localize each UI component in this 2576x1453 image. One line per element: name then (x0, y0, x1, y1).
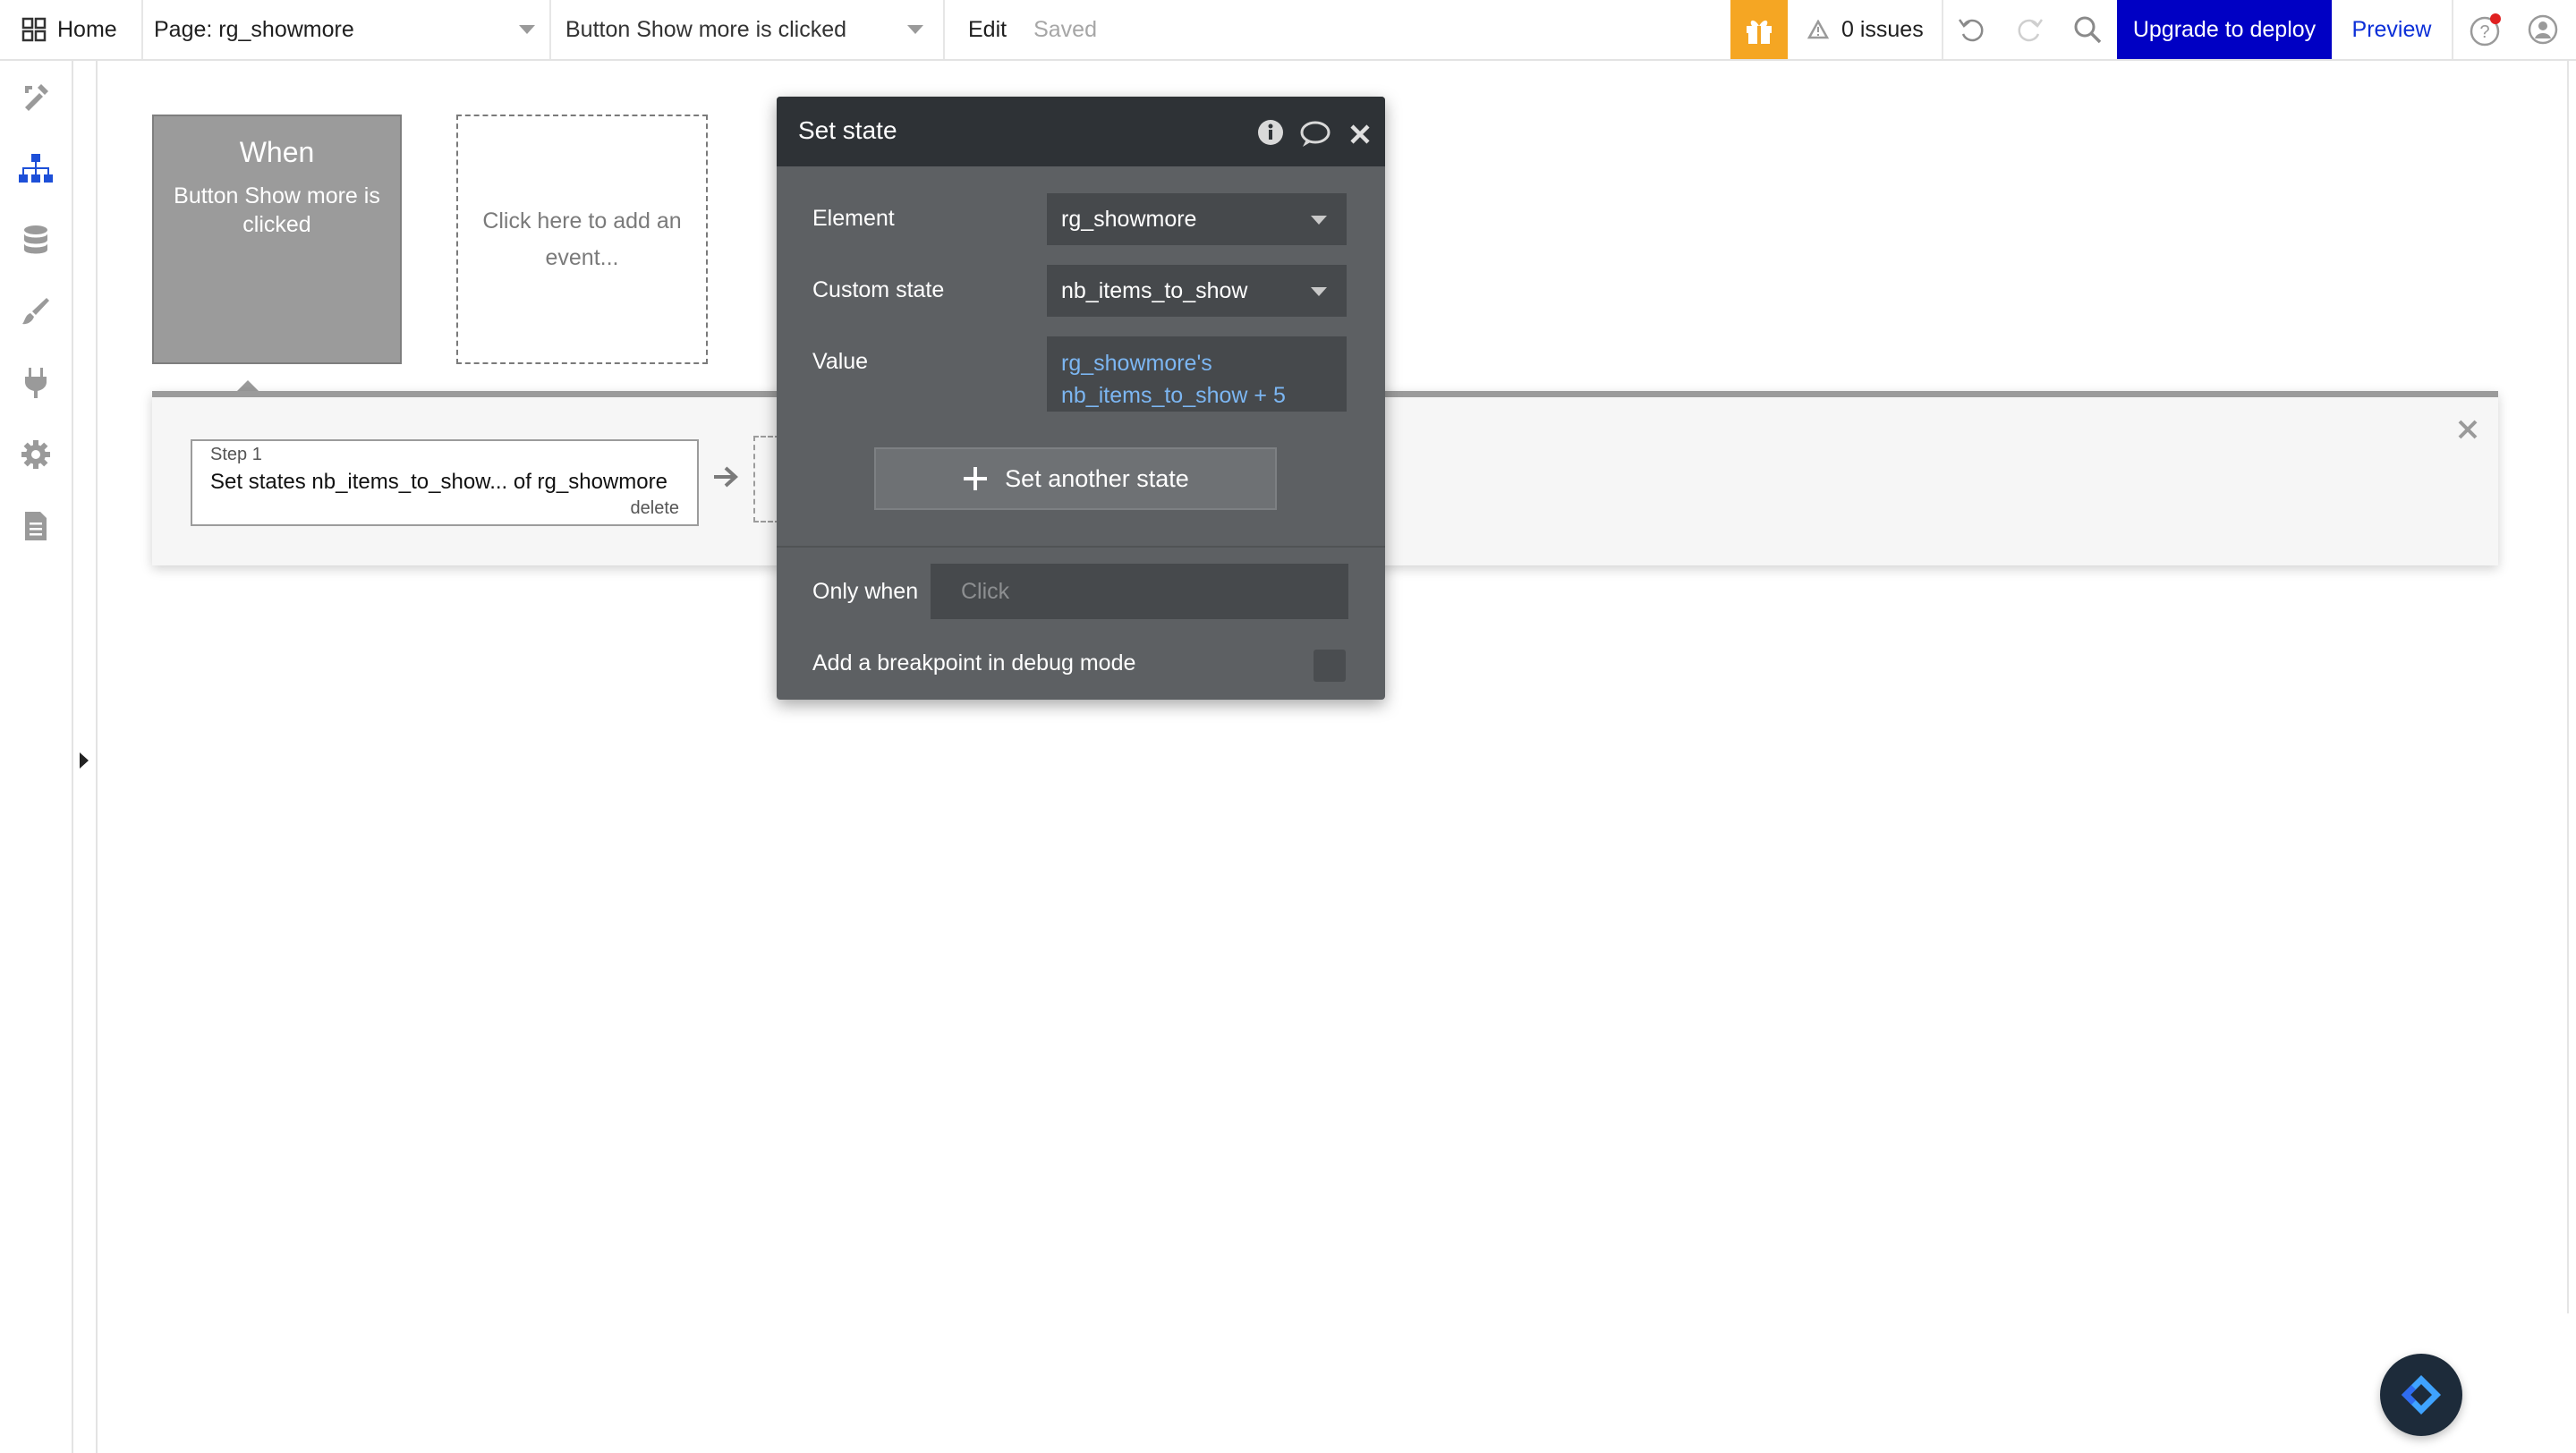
redo-icon (2018, 19, 2044, 42)
database-icon (24, 225, 47, 254)
styles-tab[interactable] (16, 292, 55, 331)
user-icon (2528, 14, 2558, 45)
help-icon: ? (2470, 13, 2501, 47)
assistant-launcher-button[interactable] (2380, 1354, 2462, 1436)
issues-indicator[interactable]: 0 issues (1788, 0, 1943, 59)
chevron-down-icon (907, 25, 923, 34)
set-state-dialog: Set state Element rg_showmore Custom sta… (777, 97, 1385, 700)
account-button[interactable] (2516, 0, 2570, 59)
breakpoint-checkbox[interactable] (1314, 650, 1346, 682)
preview-label: Preview (2351, 16, 2432, 42)
vertical-scrollbar[interactable] (2567, 61, 2569, 1313)
search-button[interactable] (2058, 0, 2117, 59)
dialog-header: Set state (777, 97, 1385, 166)
close-panel-icon[interactable] (2457, 419, 2478, 440)
issues-label: 0 issues (1841, 16, 1924, 42)
custom-state-dropdown-value: nb_items_to_show (1061, 277, 1248, 303)
home-label: Home (57, 16, 117, 42)
gift-icon (1747, 20, 1772, 44)
workflow-tab[interactable] (16, 149, 55, 188)
comment-icon[interactable] (1299, 120, 1331, 149)
settings-tab[interactable] (16, 435, 55, 474)
element-label: Element (812, 206, 895, 231)
help-button[interactable]: ? (2453, 0, 2516, 59)
set-another-state-button[interactable]: Set another state (874, 447, 1277, 510)
redo-button[interactable] (2001, 0, 2058, 59)
design-tab[interactable] (16, 77, 55, 116)
design-tools-icon (25, 84, 48, 111)
chevron-down-icon (519, 25, 535, 34)
breakpoint-label: Add a breakpoint in debug mode (812, 650, 1136, 676)
svg-text:?: ? (2479, 22, 2489, 42)
diamond-logo-icon (2402, 1375, 2441, 1415)
custom-state-label: Custom state (812, 277, 945, 302)
warning-icon (1807, 20, 1829, 39)
data-tab[interactable] (16, 220, 55, 259)
workflow-hierarchy-icon (19, 154, 53, 183)
upgrade-label: Upgrade to deploy (2132, 16, 2317, 42)
logs-document-icon (25, 512, 47, 540)
only-when-label: Only when (812, 579, 919, 604)
step-number-label: Step 1 (210, 445, 262, 464)
event-card-title: When (239, 136, 315, 168)
brush-icon (22, 298, 49, 325)
logs-tab[interactable] (16, 506, 55, 546)
gift-button[interactable] (1730, 0, 1788, 59)
value-expression-line2[interactable]: nb_items_to_show + 5 (1061, 379, 1332, 412)
undo-icon (1958, 19, 1984, 42)
add-event-placeholder[interactable]: Click here to add an event... (456, 115, 708, 364)
saved-status: Saved (1033, 16, 1097, 42)
event-card-subtitle: Button Show more is clicked (174, 183, 380, 237)
home-nav[interactable]: Home (0, 0, 143, 59)
value-expression-line1[interactable]: rg_showmore's (1061, 347, 1332, 379)
plugins-tab[interactable] (16, 363, 55, 403)
apps-grid-icon (21, 17, 47, 42)
element-dropdown[interactable]: rg_showmore (1047, 193, 1347, 245)
page-selector-label: Page: rg_showmore (154, 16, 354, 42)
edit-status: Edit Saved (945, 0, 1106, 59)
expand-panel-arrow-icon[interactable] (80, 752, 89, 769)
search-icon (2074, 16, 2102, 44)
left-sidebar (0, 61, 73, 1453)
undo-button[interactable] (1943, 0, 2001, 59)
event-selector[interactable]: Button Show more is clicked (551, 0, 945, 59)
value-label: Value (812, 349, 869, 374)
step-description: Set states nb_items_to_show... of rg_sho… (210, 470, 667, 494)
preview-button[interactable]: Preview (2332, 0, 2453, 59)
only-when-condition-input[interactable]: Click (931, 564, 1348, 619)
only-when-placeholder: Click (961, 578, 1010, 604)
settings-gear-icon (21, 440, 50, 469)
property-panel-divider (96, 61, 98, 1453)
info-icon[interactable] (1256, 118, 1285, 147)
workflow-step-card[interactable]: Step 1 Set states nb_items_to_show... of… (191, 439, 699, 526)
page-selector[interactable]: Page: rg_showmore (143, 0, 551, 59)
close-icon[interactable] (1349, 123, 1371, 145)
value-expression-editor[interactable]: rg_showmore's nb_items_to_show + 5 (1047, 336, 1347, 412)
arrow-right-icon (714, 466, 738, 488)
step-delete-link[interactable]: delete (631, 498, 680, 519)
plus-icon (964, 467, 988, 490)
event-selector-label: Button Show more is clicked (565, 16, 847, 42)
upgrade-button[interactable]: Upgrade to deploy (2117, 0, 2332, 59)
custom-state-dropdown[interactable]: nb_items_to_show (1047, 265, 1347, 317)
set-another-state-label: Set another state (1005, 464, 1189, 492)
plugin-icon (25, 368, 47, 398)
event-card-when[interactable]: When Button Show more is clicked (152, 115, 402, 364)
chevron-down-icon (1311, 216, 1327, 225)
dialog-divider (777, 546, 1385, 548)
edit-menu[interactable]: Edit (968, 17, 1007, 43)
add-event-label: Click here to add an event... (482, 208, 682, 270)
top-bar: Home Page: rg_showmore Button Show more … (0, 0, 2576, 61)
chevron-down-icon (1311, 287, 1327, 296)
element-dropdown-value: rg_showmore (1061, 206, 1197, 232)
dialog-title: Set state (798, 116, 897, 144)
